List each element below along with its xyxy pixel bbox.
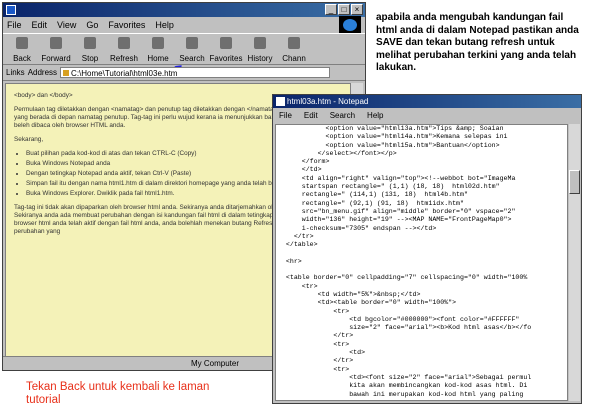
forward-button[interactable]: Forward bbox=[39, 34, 73, 64]
scroll-thumb[interactable] bbox=[569, 170, 580, 194]
notepad-menubar: File Edit Search Help bbox=[273, 108, 581, 122]
back-note: Tekan Back untuk kembali ke laman tutori… bbox=[26, 381, 210, 406]
refresh-button[interactable]: Refresh bbox=[107, 34, 141, 64]
menu-favorites[interactable]: Favorites bbox=[108, 20, 145, 30]
notepad-titlebar[interactable]: html03a.htm - Notepad bbox=[273, 95, 581, 108]
notepad-menu-help[interactable]: Help bbox=[367, 111, 383, 120]
notepad-title: html03a.htm - Notepad bbox=[287, 97, 369, 106]
menu-go[interactable]: Go bbox=[86, 20, 98, 30]
favorites-button[interactable]: Favorites bbox=[209, 34, 243, 64]
maximize-icon[interactable]: □ bbox=[338, 4, 350, 15]
menu-view[interactable]: View bbox=[57, 20, 76, 30]
browser-menubar: File Edit View Go Favorites Help bbox=[3, 16, 365, 34]
channels-icon bbox=[288, 37, 300, 49]
browser-toolbar: Back Forward Stop Refresh Home Search Fa… bbox=[3, 33, 365, 80]
links-label[interactable]: Links bbox=[6, 68, 25, 77]
favorites-icon bbox=[220, 37, 232, 49]
browser-titlebar[interactable]: _ □ × bbox=[3, 3, 365, 17]
notepad-scrollbar[interactable] bbox=[569, 124, 580, 401]
notepad-menu-search[interactable]: Search bbox=[330, 111, 355, 120]
menu-help[interactable]: Help bbox=[155, 20, 174, 30]
ie-logo-icon bbox=[339, 16, 361, 34]
home-icon bbox=[152, 37, 164, 49]
notepad-window: html03a.htm - Notepad File Edit Search H… bbox=[272, 94, 582, 404]
notepad-app-icon bbox=[276, 97, 285, 106]
browser-app-icon bbox=[6, 5, 16, 15]
menu-edit[interactable]: Edit bbox=[32, 20, 48, 30]
close-icon[interactable]: × bbox=[351, 4, 363, 15]
stop-icon bbox=[84, 37, 96, 49]
channels-button[interactable]: Chann bbox=[277, 34, 311, 64]
instruction-note: apabila anda mengubah kandungan fail htm… bbox=[376, 12, 579, 73]
history-button[interactable]: History bbox=[243, 34, 277, 64]
search-icon bbox=[186, 37, 198, 49]
status-zone: My Computer bbox=[191, 359, 240, 368]
back-button[interactable]: Back bbox=[5, 34, 39, 64]
notepad-menu-file[interactable]: File bbox=[279, 111, 292, 120]
minimize-icon[interactable]: _ bbox=[325, 4, 337, 15]
notepad-text-area[interactable]: <option value="html13a.htm">Tips &amp; S… bbox=[275, 124, 568, 401]
menu-file[interactable]: File bbox=[7, 20, 22, 30]
notepad-menu-edit[interactable]: Edit bbox=[304, 111, 318, 120]
refresh-icon bbox=[118, 37, 130, 49]
stop-button[interactable]: Stop bbox=[73, 34, 107, 64]
back-arrow-icon bbox=[16, 37, 28, 49]
history-icon bbox=[254, 37, 266, 49]
address-input[interactable]: C:\Home\Tutorial\html03e.htm bbox=[60, 67, 331, 78]
forward-arrow-icon bbox=[50, 37, 62, 49]
address-label: Address bbox=[27, 68, 58, 77]
